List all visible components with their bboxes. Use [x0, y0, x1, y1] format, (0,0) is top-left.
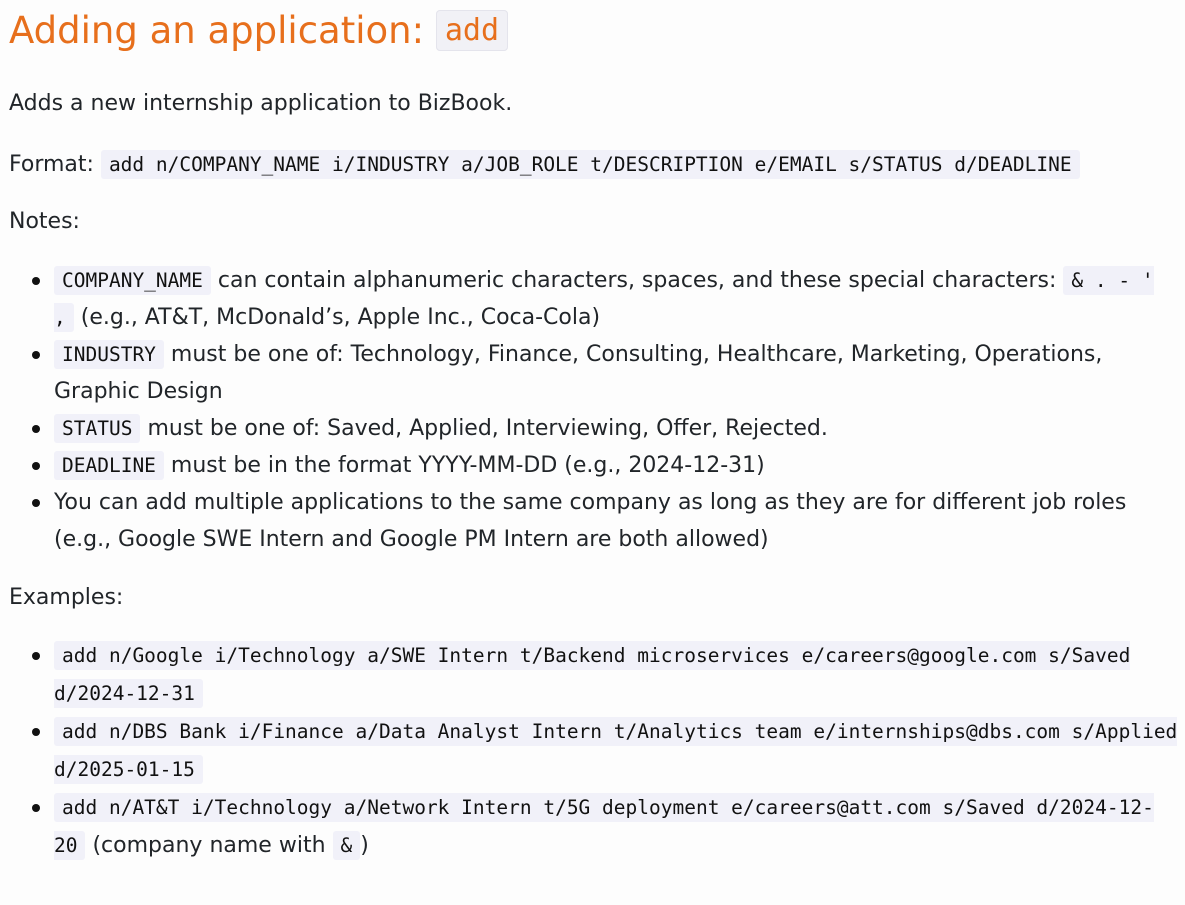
page: Adding an application: add Adds a new in… [0, 0, 1185, 865]
list-item: add n/Google i/Technology a/SWE Intern t… [32, 637, 1185, 713]
ampersand-code: & [332, 831, 361, 860]
format-code: add n/COMPANY_NAME i/INDUSTRY a/JOB_ROLE… [100, 150, 1080, 179]
notes-label: Notes: [9, 209, 80, 234]
note-text: must be in the format YYYY-MM-DD (e.g., … [163, 453, 765, 478]
section-heading: Adding an application: add [9, 0, 1185, 55]
format-label: Format: [9, 152, 101, 177]
note-text: can contain alphanumeric characters, spa… [210, 268, 1064, 293]
list-item: add n/AT&T i/Technology a/Network Intern… [32, 789, 1185, 865]
note-text: (e.g., AT&T, McDonald’s, Apple Inc., Coc… [73, 305, 601, 330]
notes-list: COMPANY_NAME can contain alphanumeric ch… [9, 262, 1185, 558]
heading-command-code: add [435, 10, 509, 51]
example-code: add n/Google i/Technology a/SWE Intern t… [54, 641, 1131, 708]
example-note-text: ) [360, 833, 369, 858]
list-item: COMPANY_NAME can contain alphanumeric ch… [32, 262, 1185, 336]
param-code: INDUSTRY [54, 340, 164, 369]
intro-paragraph: Adds a new internship application to Biz… [9, 91, 513, 116]
example-code: add n/DBS Bank i/Finance a/Data Analyst … [54, 717, 1178, 784]
param-code: COMPANY_NAME [54, 266, 211, 295]
examples-label: Examples: [9, 585, 124, 610]
format-paragraph: Format: add n/COMPANY_NAME i/INDUSTRY a/… [9, 146, 1185, 184]
list-item: INDUSTRY must be one of: Technology, Fin… [32, 336, 1185, 410]
list-item: STATUS must be one of: Saved, Applied, I… [32, 410, 1185, 447]
list-item: add n/DBS Bank i/Finance a/Data Analyst … [32, 713, 1185, 789]
list-item: DEADLINE must be in the format YYYY-MM-D… [32, 447, 1185, 484]
note-text: must be one of: Technology, Finance, Con… [54, 342, 1103, 404]
note-text: must be one of: Saved, Applied, Intervie… [140, 416, 828, 441]
example-note-text: (company name with [85, 833, 333, 858]
note-text: You can add multiple applications to the… [54, 490, 1127, 552]
param-code: STATUS [54, 414, 141, 443]
heading-text: Adding an application: [9, 9, 436, 52]
list-item: You can add multiple applications to the… [32, 484, 1185, 558]
examples-list: add n/Google i/Technology a/SWE Intern t… [9, 637, 1185, 865]
param-code: DEADLINE [54, 451, 164, 480]
